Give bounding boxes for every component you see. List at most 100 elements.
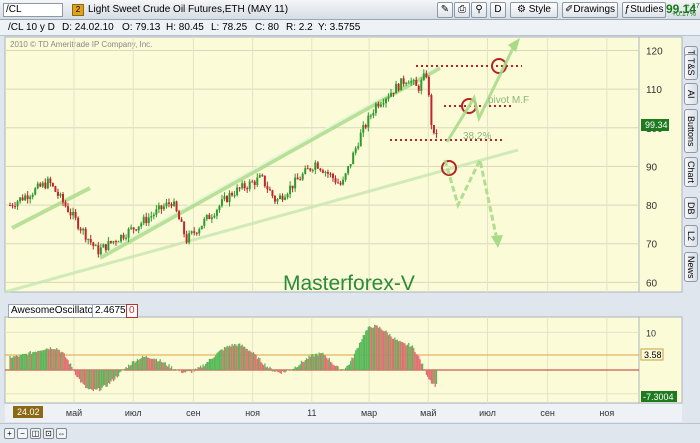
oscillator-zero: 0 xyxy=(126,304,138,318)
candle-body xyxy=(306,168,309,170)
candle-body xyxy=(291,185,294,189)
osc-bar xyxy=(208,358,211,370)
sidetab-buttons[interactable]: Buttons xyxy=(684,109,698,153)
candle-body xyxy=(427,76,430,96)
sidetab-db[interactable]: DB xyxy=(684,197,698,219)
osc-bar xyxy=(120,370,122,372)
osc-bar xyxy=(424,369,426,370)
osc-bar xyxy=(98,370,101,392)
sidetab-news[interactable]: News xyxy=(684,252,698,282)
fit-icon[interactable]: ⊡ xyxy=(43,428,54,439)
osc-bar xyxy=(251,352,253,370)
osc-bar xyxy=(64,357,67,370)
candle-body xyxy=(231,193,234,196)
zoom-in-icon[interactable]: + xyxy=(4,428,15,439)
candle-body xyxy=(49,178,52,184)
osc-bar xyxy=(329,361,332,370)
osc-bar xyxy=(348,364,351,370)
osc-bar xyxy=(20,354,23,370)
candle-body xyxy=(102,244,105,248)
osc-bar xyxy=(119,370,121,373)
osc-bar xyxy=(386,332,388,370)
osc-bar xyxy=(305,358,308,370)
osc-bar xyxy=(135,361,137,370)
expand-icon[interactable]: ◫ xyxy=(30,428,41,439)
osc-bar xyxy=(189,370,192,372)
osc-bar xyxy=(252,352,255,370)
candle-body xyxy=(384,98,387,104)
osc-bar xyxy=(425,370,428,375)
sidetab-l2[interactable]: L2 xyxy=(684,225,698,247)
osc-bar xyxy=(24,353,26,370)
pivot-label: pivot M.F xyxy=(488,95,529,106)
osc-bar xyxy=(295,367,298,370)
candle-body xyxy=(74,211,77,218)
candle-body xyxy=(112,241,115,243)
osc-bar xyxy=(362,335,364,370)
candle-body xyxy=(16,201,19,207)
osc-bar xyxy=(125,367,127,370)
candle-body xyxy=(155,209,158,215)
price-tick-label: 80 xyxy=(646,201,658,212)
candle-body xyxy=(331,173,334,179)
candle-body xyxy=(36,183,39,189)
candle-body xyxy=(220,199,223,206)
sidetab-chart[interactable]: Chart xyxy=(684,157,698,187)
osc-bar xyxy=(80,370,82,383)
osc-bar xyxy=(231,343,233,370)
candle-body xyxy=(311,169,314,171)
osc-bar xyxy=(33,351,35,370)
osc-bar xyxy=(111,370,113,380)
sidetab-ai[interactable]: AI xyxy=(684,83,698,105)
current-price-label: 99.34 xyxy=(645,120,668,130)
osc-bar xyxy=(385,330,387,370)
osc-bar xyxy=(427,370,429,377)
osc-bar xyxy=(18,356,20,370)
watermark-text: Masterforex-V xyxy=(283,272,415,295)
osc-bar xyxy=(376,325,378,370)
candle-body xyxy=(392,92,395,94)
osc-bar xyxy=(182,370,184,374)
osc-bar xyxy=(262,365,265,370)
candle-body xyxy=(316,162,319,169)
zoom-out-icon[interactable]: − xyxy=(17,428,28,439)
osc-bar xyxy=(334,365,337,370)
candle-body xyxy=(304,168,307,174)
osc-bar xyxy=(375,325,377,370)
osc-bar xyxy=(186,370,188,372)
candle-body xyxy=(127,228,130,238)
pan-icon[interactable]: ⇔ xyxy=(56,428,67,439)
osc-bar xyxy=(280,370,282,374)
osc-bar xyxy=(227,346,229,370)
osc-bar xyxy=(193,370,195,372)
candle-body xyxy=(205,214,208,220)
osc-bar xyxy=(367,326,370,370)
osc-bar xyxy=(206,362,208,370)
candle-body xyxy=(11,205,14,207)
osc-bar xyxy=(350,360,352,370)
time-tick-label: май xyxy=(66,408,82,418)
candle-body xyxy=(183,221,186,235)
osc-bar xyxy=(421,363,424,370)
candle-body xyxy=(329,173,332,175)
candle-body xyxy=(84,228,87,240)
candle-body xyxy=(64,202,67,207)
candle-body xyxy=(344,173,347,180)
osc-bar xyxy=(53,348,55,370)
osc-bar xyxy=(289,370,291,371)
osc-bar xyxy=(308,355,310,370)
candle-body xyxy=(379,104,382,107)
sidetab-ts[interactable]: T&S xyxy=(684,54,698,80)
osc-bar xyxy=(309,356,311,370)
osc-bar xyxy=(204,364,207,370)
candle-body xyxy=(215,209,218,216)
osc-bar xyxy=(270,368,272,370)
candle-body xyxy=(82,228,85,231)
osc-bar xyxy=(355,350,357,370)
osc-bar xyxy=(396,339,399,370)
osc-bar xyxy=(365,330,367,370)
osc-bar xyxy=(244,346,246,370)
candle-body xyxy=(152,214,155,217)
osc-bar xyxy=(221,349,223,370)
candle-body xyxy=(21,197,24,201)
